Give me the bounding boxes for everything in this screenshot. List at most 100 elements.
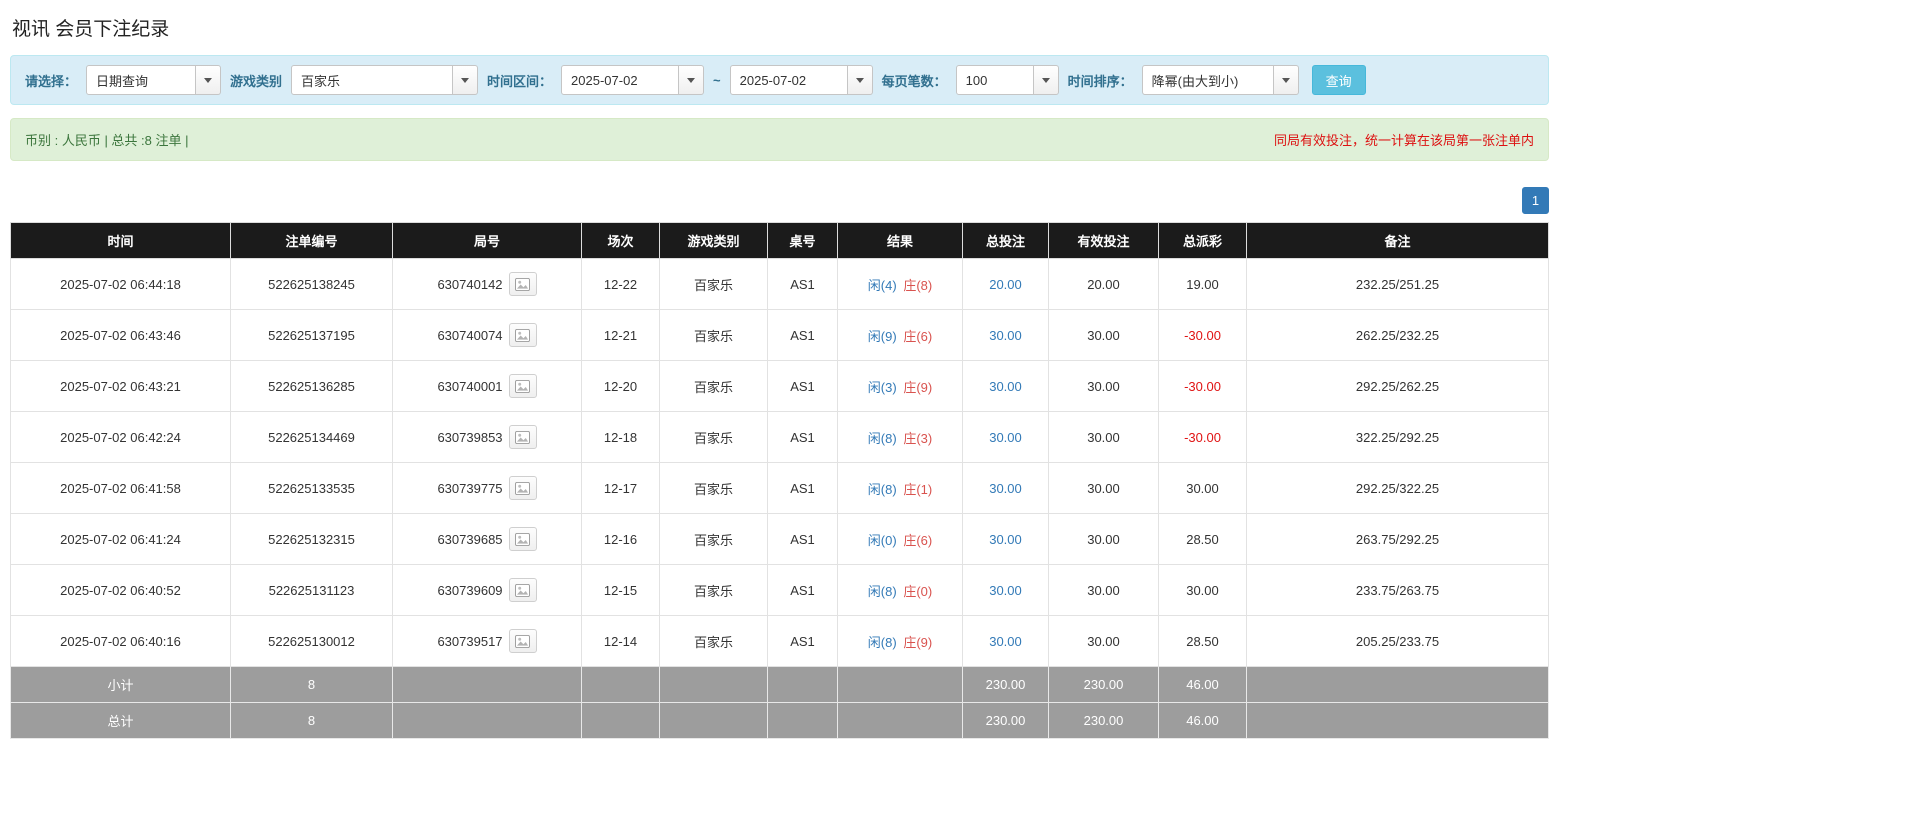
cell-round: 630740142 xyxy=(392,258,582,310)
table-header-row: 时间 注单编号 局号 场次 游戏类别 桌号 结果 总投注 有效投注 总派彩 备注 xyxy=(10,222,1549,259)
cell-table-no: AS1 xyxy=(767,309,838,361)
cell-payout: 30.00 xyxy=(1158,564,1247,616)
cell-table-no: AS1 xyxy=(767,258,838,310)
view-video-button[interactable] xyxy=(508,527,537,551)
query-type-dropdown-button[interactable] xyxy=(196,65,222,95)
cell-bet-id: 522625133535 xyxy=(230,462,393,514)
cell-game-type: 百家乐 xyxy=(659,309,768,361)
empty-cell xyxy=(392,666,582,703)
page-size-combobox xyxy=(955,65,1059,95)
cell-table-no: AS1 xyxy=(767,615,838,667)
cell-bet-id: 522625134469 xyxy=(230,411,393,463)
total-bet-link[interactable]: 30.00 xyxy=(989,328,1022,343)
cell-bet-id: 522625130012 xyxy=(230,615,393,667)
cell-result: 闲(9) 庄(6) xyxy=(837,309,963,361)
view-video-button[interactable] xyxy=(508,578,537,602)
view-video-button[interactable] xyxy=(508,323,537,347)
empty-cell xyxy=(659,666,768,703)
cell-valid-bet: 20.00 xyxy=(1048,258,1159,310)
subtotal-payout: 46.00 xyxy=(1158,666,1247,703)
cell-game-type: 百家乐 xyxy=(659,258,768,310)
empty-cell xyxy=(392,702,582,739)
page-size-input[interactable] xyxy=(955,65,1034,95)
result-banker: 庄(0) xyxy=(903,583,933,599)
result-banker: 庄(6) xyxy=(903,532,933,548)
date-range-label: 时间区间： xyxy=(487,73,553,89)
date-to-combobox xyxy=(729,65,873,95)
col-header-note: 备注 xyxy=(1246,222,1549,259)
search-button[interactable]: 查询 xyxy=(1311,65,1366,95)
view-video-button[interactable] xyxy=(508,272,537,296)
subtotal-count: 8 xyxy=(230,666,393,703)
cell-table-no: AS1 xyxy=(767,360,838,412)
cell-round: 630739609 xyxy=(392,564,582,616)
sort-order-dropdown-button[interactable] xyxy=(1273,65,1299,95)
query-type-combobox xyxy=(86,65,222,95)
bet-record-row: 2025-07-02 06:43:21 522625136285 6307400… xyxy=(10,360,1549,412)
cell-session: 12-14 xyxy=(581,615,660,667)
round-number: 630739853 xyxy=(437,429,503,445)
cell-time: 2025-07-02 06:40:52 xyxy=(10,564,231,616)
total-bet-link[interactable]: 30.00 xyxy=(989,379,1022,394)
cell-payout: 28.50 xyxy=(1158,513,1247,565)
total-row: 总计 8 230.00 230.00 46.00 xyxy=(10,702,1549,739)
caret-down-icon xyxy=(1281,77,1290,83)
cell-valid-bet: 30.00 xyxy=(1048,462,1159,514)
cell-bet-id: 522625137195 xyxy=(230,309,393,361)
cell-table-no: AS1 xyxy=(767,564,838,616)
table-body: 2025-07-02 06:44:18 522625138245 6307401… xyxy=(10,258,1549,667)
cell-round: 630739517 xyxy=(392,615,582,667)
filter-bar: 请选择： 游戏类别 时间区间： ~ 每页笔数： 时间排序： xyxy=(10,55,1549,105)
total-bet-link[interactable]: 30.00 xyxy=(989,481,1022,496)
cell-total-bet: 30.00 xyxy=(962,564,1049,616)
total-bet-link[interactable]: 30.00 xyxy=(989,430,1022,445)
date-to-input[interactable] xyxy=(729,65,848,95)
date-to-dropdown-button[interactable] xyxy=(847,65,873,95)
cell-session: 12-22 xyxy=(581,258,660,310)
game-type-input[interactable] xyxy=(291,65,454,95)
sort-order-combobox xyxy=(1141,65,1299,95)
cell-total-bet: 20.00 xyxy=(962,258,1049,310)
cell-result: 闲(8) 庄(3) xyxy=(837,411,963,463)
cell-session: 12-15 xyxy=(581,564,660,616)
date-range-separator: ~ xyxy=(713,72,721,88)
total-bet-link[interactable]: 30.00 xyxy=(989,634,1022,649)
round-number: 630740001 xyxy=(437,378,503,394)
pagination: 1 xyxy=(10,187,1549,214)
page-size-dropdown-button[interactable] xyxy=(1033,65,1059,95)
cell-round: 630739853 xyxy=(392,411,582,463)
cell-round: 630739775 xyxy=(392,462,582,514)
bet-records-table: 时间 注单编号 局号 场次 游戏类别 桌号 结果 总投注 有效投注 总派彩 备注… xyxy=(10,222,1549,739)
cell-note: 232.25/251.25 xyxy=(1246,258,1549,310)
date-from-input[interactable] xyxy=(561,65,680,95)
empty-cell xyxy=(767,702,838,739)
page-root: 视讯 会员下注纪录 请选择： 游戏类别 时间区间： ~ 每页笔数： 时间排序： xyxy=(0,0,1549,739)
cell-game-type: 百家乐 xyxy=(659,615,768,667)
cell-payout: 19.00 xyxy=(1158,258,1247,310)
bet-record-row: 2025-07-02 06:40:52 522625131123 6307396… xyxy=(10,564,1549,616)
total-bet-link[interactable]: 20.00 xyxy=(989,277,1022,292)
image-icon xyxy=(515,481,530,495)
sort-order-input[interactable] xyxy=(1141,65,1274,95)
result-banker: 庄(3) xyxy=(903,430,933,446)
date-from-dropdown-button[interactable] xyxy=(679,65,705,95)
caret-down-icon xyxy=(461,77,470,83)
image-icon xyxy=(515,430,530,444)
pagination-page-1[interactable]: 1 xyxy=(1522,187,1549,214)
cell-result: 闲(4) 庄(8) xyxy=(837,258,963,310)
empty-cell xyxy=(1246,702,1549,739)
view-video-button[interactable] xyxy=(508,374,537,398)
result-player: 闲(4) xyxy=(867,277,897,293)
total-valid-bet: 230.00 xyxy=(1048,702,1159,739)
total-bet-link[interactable]: 30.00 xyxy=(989,583,1022,598)
view-video-button[interactable] xyxy=(508,425,537,449)
empty-cell xyxy=(581,702,660,739)
page-size-label: 每页笔数： xyxy=(881,73,947,89)
game-type-dropdown-button[interactable] xyxy=(453,65,479,95)
total-bet-link[interactable]: 30.00 xyxy=(989,532,1022,547)
query-type-input[interactable] xyxy=(86,65,197,95)
cell-total-bet: 30.00 xyxy=(962,411,1049,463)
view-video-button[interactable] xyxy=(508,629,537,653)
subtotal-row: 小计 8 230.00 230.00 46.00 xyxy=(10,666,1549,703)
view-video-button[interactable] xyxy=(508,476,537,500)
